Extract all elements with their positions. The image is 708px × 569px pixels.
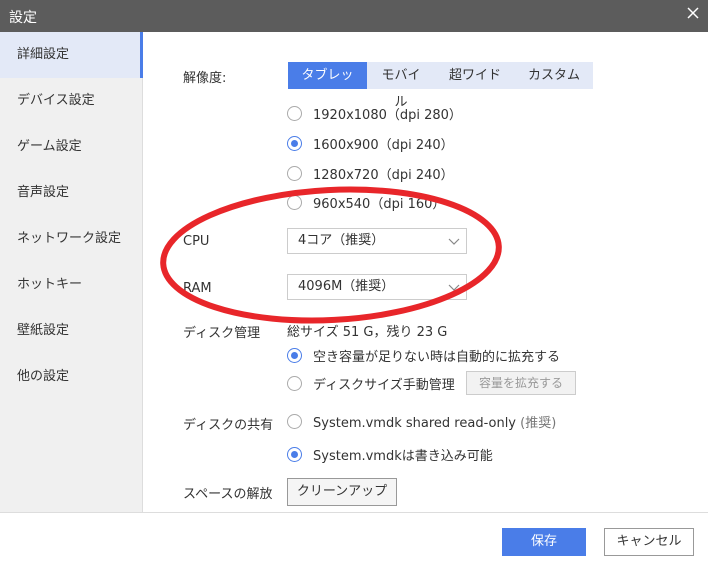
radio-icon — [287, 375, 302, 391]
resolution-tabs: タブレット モバイル 超ワイド カスタム — [288, 62, 593, 110]
share-label: ディスクの共有 — [183, 418, 274, 433]
share-writable-option[interactable]: System.vmdkは書き込み可能 — [287, 444, 493, 464]
chevron-down-icon — [448, 284, 460, 291]
space-label: スペースの解放 — [183, 487, 273, 502]
share-readonly-text: System.vmdk shared read-only — [313, 415, 517, 431]
sidebar-item-audio[interactable]: 音声設定 — [0, 170, 143, 216]
resolution-option-1600[interactable]: 1600x900（dpi 240） — [287, 133, 454, 153]
footer — [0, 512, 708, 569]
expand-capacity-button[interactable]: 容量を拡充する — [466, 371, 576, 395]
disk-size-text: 総サイズ 51 G，残り 23 G — [287, 325, 448, 340]
sidebar-item-device[interactable]: デバイス設定 — [0, 78, 143, 124]
sidebar-item-network[interactable]: ネットワーク設定 — [0, 216, 143, 262]
sidebar-item-other[interactable]: 他の設定 — [0, 354, 143, 400]
radio-selected-icon — [287, 446, 302, 462]
sidebar-item-advanced[interactable]: 詳細設定 — [0, 32, 143, 78]
sidebar-item-wallpaper[interactable]: 壁紙設定 — [0, 308, 143, 354]
sidebar-item-game[interactable]: ゲーム設定 — [0, 124, 143, 170]
tab-mobile[interactable]: モバイル — [367, 62, 435, 110]
tab-ultrawide[interactable]: 超ワイド — [435, 62, 515, 89]
save-button[interactable]: 保存 — [502, 528, 586, 556]
ram-label: RAM — [183, 281, 212, 296]
radio-icon — [287, 413, 302, 429]
ram-select[interactable]: 4096M（推奨） — [287, 274, 467, 300]
title-bar: 設定 — [0, 0, 708, 32]
radio-icon — [287, 194, 302, 210]
resolution-option-1920[interactable]: 1920x1080（dpi 280） — [287, 103, 462, 123]
resolution-option-1280[interactable]: 1280x720（dpi 240） — [287, 163, 454, 183]
radio-icon — [287, 165, 302, 181]
cancel-button[interactable]: キャンセル — [604, 528, 694, 556]
resolution-label: 解像度: — [183, 71, 227, 86]
cleanup-button[interactable]: クリーンアップ — [287, 478, 397, 506]
chevron-down-icon — [448, 238, 460, 245]
close-icon[interactable] — [686, 6, 700, 20]
tab-custom[interactable]: カスタム — [515, 62, 593, 89]
window-title: 設定 — [9, 10, 37, 26]
radio-selected-icon — [287, 347, 302, 363]
tab-tablet[interactable]: タブレット — [288, 62, 367, 110]
sidebar: 詳細設定 デバイス設定 ゲーム設定 音声設定 ネットワーク設定 ホットキー 壁紙… — [0, 32, 143, 512]
radio-icon — [287, 105, 302, 121]
disk-auto-expand-option[interactable]: 空き容量が足りない時は自動的に拡充する — [287, 345, 560, 365]
radio-selected-icon — [287, 135, 302, 151]
cpu-label: CPU — [183, 234, 210, 249]
disk-label: ディスク管理 — [183, 326, 261, 341]
resolution-option-960[interactable]: 960x540（dpi 160） — [287, 192, 445, 212]
recommended-hint: (推奨) — [520, 415, 557, 431]
disk-manual-option[interactable]: ディスクサイズ手動管理 — [287, 373, 455, 393]
sidebar-item-hotkey[interactable]: ホットキー — [0, 262, 143, 308]
cpu-select[interactable]: 4コア（推奨） — [287, 228, 467, 254]
share-readonly-option[interactable]: System.vmdk shared read-only (推奨) — [287, 411, 556, 431]
